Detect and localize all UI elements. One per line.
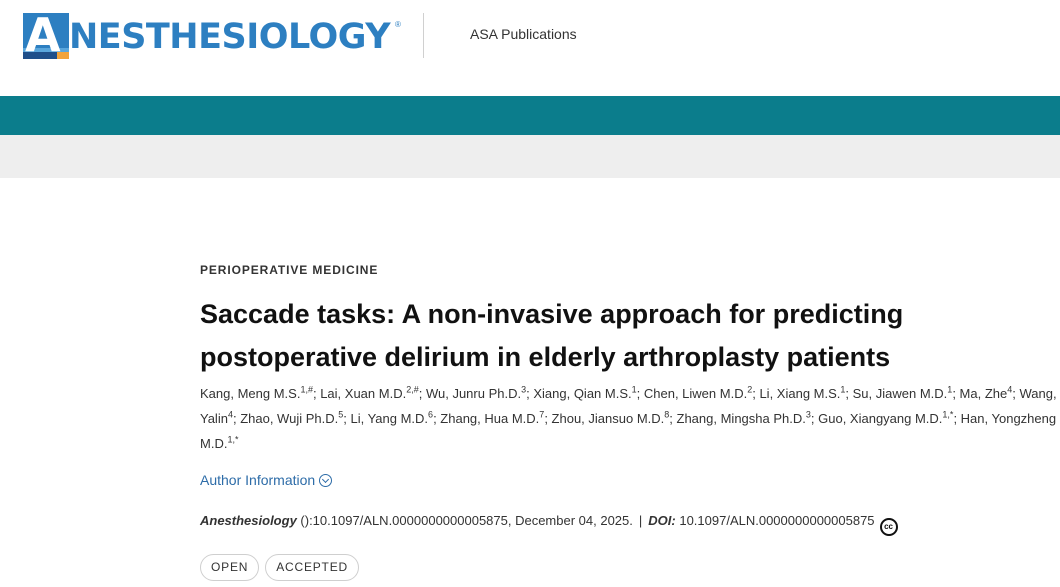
- logo-a-mark: A: [23, 13, 69, 59]
- author-name[interactable]: Zhao, Wuji Ph.D.5: [240, 409, 344, 426]
- header-divider: [423, 13, 424, 58]
- author-affiliation-marker: 3: [521, 384, 527, 395]
- article-title: Saccade tasks: A non-invasive approach f…: [200, 299, 904, 372]
- author-name-text: Wu, Junru Ph.D.: [425, 386, 522, 401]
- author-affiliation-marker: 2: [747, 384, 753, 395]
- author-affiliation-marker: 1,*: [942, 409, 954, 420]
- creative-commons-icon[interactable]: cc: [879, 518, 898, 536]
- author-affiliation-marker: 1: [840, 384, 846, 395]
- author-affiliation-marker: 1: [631, 384, 637, 395]
- author-name-text: Ma, Zhe: [959, 386, 1008, 401]
- author-affiliation-marker: 4: [227, 409, 233, 420]
- anesthesiology-logo[interactable]: A NESTHESIOLOGY ®: [23, 13, 403, 59]
- article-category: PERIOPERATIVE MEDICINE: [200, 263, 379, 277]
- author-name[interactable]: Li, Xiang M.S.1: [759, 384, 846, 401]
- navigation-bar: [0, 96, 1060, 135]
- article-badges: OPEN ACCEPTED: [200, 554, 365, 581]
- author-name-text: Li, Xiang M.S.: [759, 386, 841, 401]
- author-name-text: Zhou, Jiansuo M.D.: [551, 411, 665, 426]
- author-information-toggle[interactable]: Author Information: [200, 472, 333, 488]
- author-affiliation-marker: 4: [1007, 384, 1013, 395]
- doi-value[interactable]: 10.1097/ALN.0000000000005875: [676, 513, 874, 528]
- author-affiliation-marker: 6: [428, 409, 434, 420]
- citation-details: ():10.1097/ALN.0000000000005875, Decembe…: [296, 513, 633, 528]
- author-affiliation-marker: 3: [805, 409, 811, 420]
- asa-publications-link[interactable]: ASA Publications: [470, 26, 577, 42]
- author-affiliation-marker: 1,*: [227, 434, 239, 445]
- chevron-down-icon: [319, 474, 333, 487]
- author-list: Kang, Meng M.S.1,#; Lai, Xuan M.D.2,#; W…: [200, 384, 1057, 451]
- author-name[interactable]: Zhang, Mingsha Ph.D.3: [676, 409, 811, 426]
- author-name[interactable]: Su, Jiawen M.D.1: [852, 384, 953, 401]
- author-name[interactable]: Guo, Xiangyang M.D.1,*: [818, 409, 954, 426]
- author-name[interactable]: Wu, Junru Ph.D.3: [425, 384, 527, 401]
- badge-open: OPEN: [200, 554, 260, 581]
- author-name[interactable]: Kang, Meng M.S.1,#: [200, 384, 313, 401]
- author-name[interactable]: Chen, Liwen M.D.2: [643, 384, 753, 401]
- author-name-text: Li, Yang M.D.: [350, 411, 429, 426]
- author-affiliation-marker: 1: [947, 384, 953, 395]
- author-name-text: Guo, Xiangyang M.D.: [818, 411, 943, 426]
- author-name-text: Zhang, Mingsha Ph.D.: [676, 411, 806, 426]
- author-name[interactable]: Zhang, Hua M.D.7: [440, 409, 545, 426]
- author-name[interactable]: Lai, Xuan M.D.2,#: [320, 384, 419, 401]
- author-name[interactable]: Xiang, Qian M.S.1: [533, 384, 637, 401]
- doi-label: DOI:: [648, 513, 676, 528]
- author-name-text: Zhang, Hua M.D.: [440, 411, 540, 426]
- logo-wordmark: NESTHESIOLOGY: [69, 17, 391, 57]
- author-affiliation-marker: 1,#: [300, 384, 313, 395]
- author-name-text: Lai, Xuan M.D.: [320, 386, 407, 401]
- badge-accepted: ACCEPTED: [265, 554, 359, 581]
- author-name[interactable]: Ma, Zhe4: [959, 384, 1013, 401]
- citation-separator: |: [638, 513, 643, 528]
- author-name[interactable]: Zhou, Jiansuo M.D.8: [551, 409, 670, 426]
- author-name-text: Chen, Liwen M.D.: [643, 386, 748, 401]
- author-name-text: Xiang, Qian M.S.: [533, 386, 632, 401]
- logo-first-letter: A: [25, 13, 61, 59]
- journal-name: Anesthesiology: [200, 513, 297, 528]
- author-affiliation-marker: 8: [664, 409, 670, 420]
- author-name[interactable]: Li, Yang M.D.6: [350, 409, 434, 426]
- site-header: A NESTHESIOLOGY ® ASA Publications: [0, 0, 1060, 96]
- author-affiliation-marker: 2,#: [406, 384, 419, 395]
- author-name-text: Su, Jiawen M.D.: [852, 386, 948, 401]
- author-information-label: Author Information: [200, 472, 316, 488]
- author-name-text: Zhao, Wuji Ph.D.: [240, 411, 339, 426]
- sub-navigation-bar: [0, 135, 1060, 178]
- article-citation: Anesthesiology ():10.1097/ALN.0000000000…: [200, 513, 898, 536]
- logo-registered-mark: ®: [395, 20, 401, 29]
- author-affiliation-marker: 7: [539, 409, 545, 420]
- author-affiliation-marker: 5: [338, 409, 344, 420]
- author-name-text: Kang, Meng M.S.: [200, 386, 301, 401]
